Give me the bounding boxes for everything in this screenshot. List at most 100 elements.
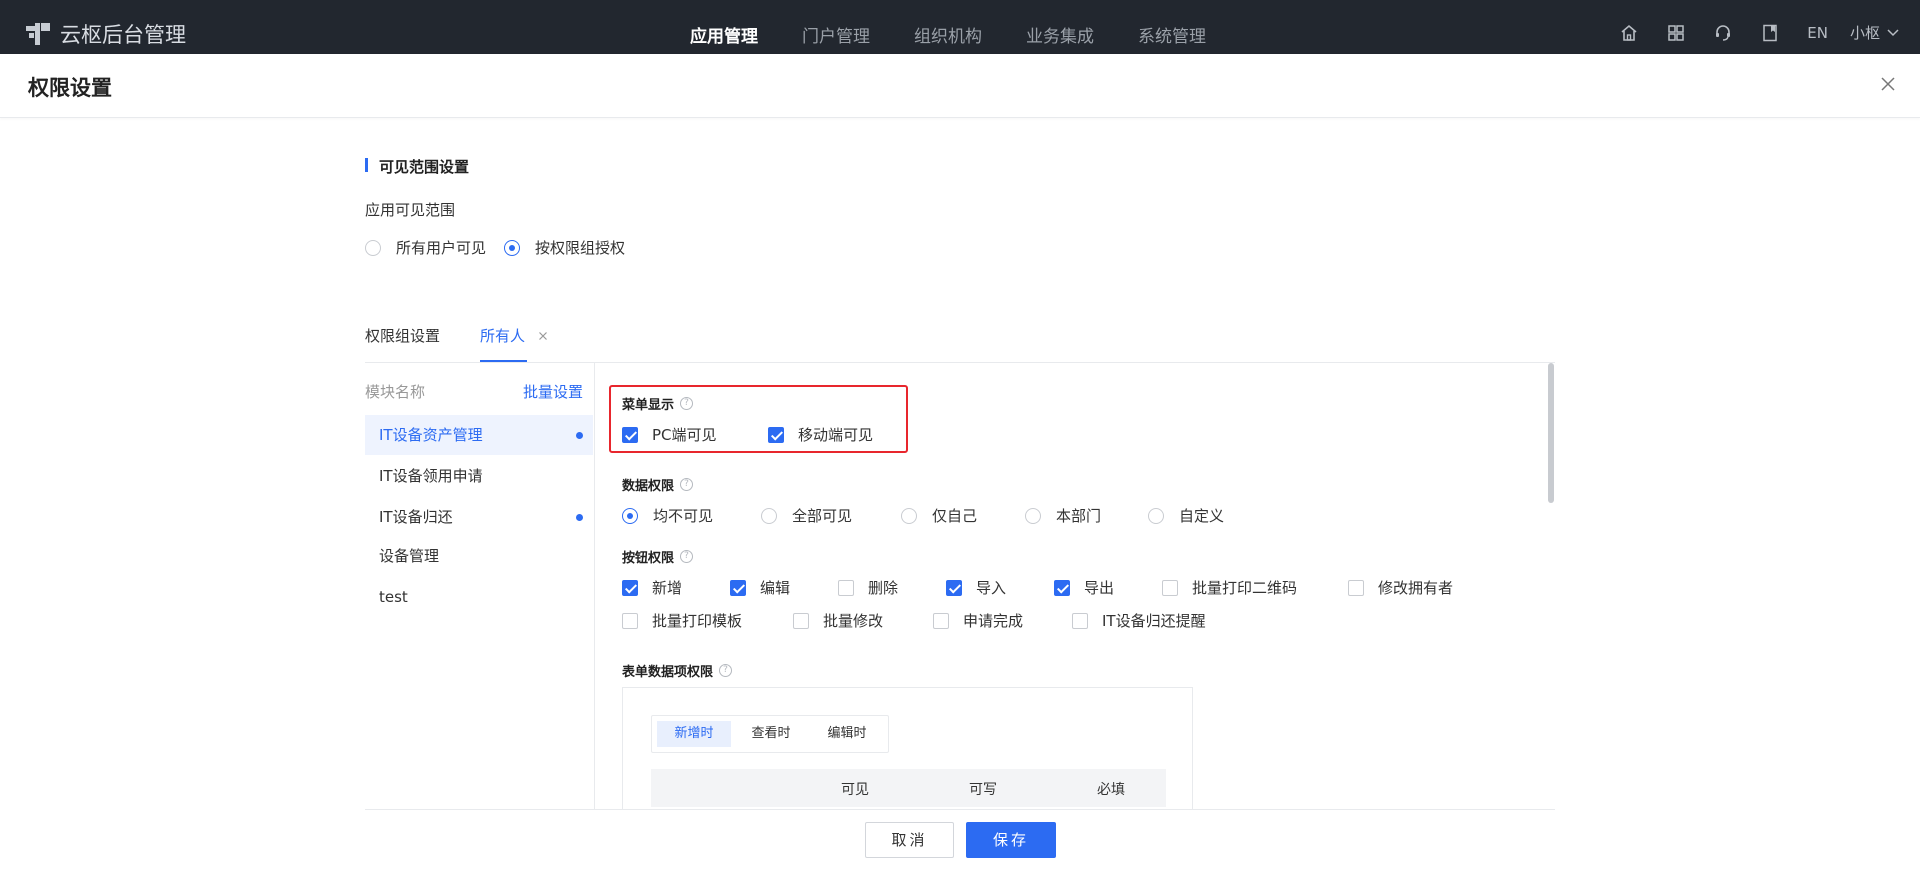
- checkbox-box: [730, 579, 746, 596]
- module-item-it-device-return[interactable]: IT设备归还: [365, 497, 593, 537]
- close-icon[interactable]: [1878, 74, 1898, 94]
- radio-circle: [504, 239, 521, 256]
- radio-circle: [622, 507, 638, 524]
- mode-edit[interactable]: 编辑时: [810, 721, 884, 747]
- mode-view[interactable]: 查看时: [734, 721, 808, 747]
- nav-item-system-management[interactable]: 系统管理: [1138, 22, 1206, 47]
- data-permission-title: 数据权限 ?: [622, 475, 694, 494]
- nav-item-integration[interactable]: 业务集成: [1026, 22, 1094, 47]
- radio-none-visible[interactable]: 均不可见: [622, 505, 713, 526]
- checkbox-box: [1348, 579, 1364, 596]
- checkbox-box: [793, 612, 809, 629]
- visibility-radio-group: 所有用户可见 按权限组授权: [365, 237, 625, 258]
- module-item-it-device-request[interactable]: IT设备领用申请: [365, 456, 593, 496]
- checkbox-btn-edit[interactable]: 编辑: [730, 577, 790, 598]
- help-icon[interactable]: ?: [680, 478, 694, 491]
- checkbox-btn-return-reminder[interactable]: IT设备归还提醒: [1072, 610, 1206, 631]
- data-permission-title-text: 数据权限: [622, 479, 675, 494]
- button-permission-title-text: 按钮权限: [622, 551, 675, 566]
- page-title: 权限设置: [28, 76, 112, 100]
- language-switch[interactable]: EN: [1807, 24, 1828, 42]
- home-icon[interactable]: [1619, 23, 1639, 43]
- checkbox-btn-delete[interactable]: 删除: [838, 577, 898, 598]
- configured-dot: [576, 432, 583, 439]
- active-tab-indicator: [480, 360, 527, 362]
- visibility-label: 应用可见范围: [365, 201, 456, 219]
- module-item-test[interactable]: test: [365, 577, 593, 617]
- help-icon[interactable]: ?: [719, 664, 733, 677]
- tab-everyone[interactable]: 所有人: [480, 325, 525, 346]
- module-item-label: test: [379, 588, 408, 606]
- tab-close-icon[interactable]: [538, 331, 548, 341]
- book-icon[interactable]: [1760, 23, 1780, 43]
- checkbox-box: [622, 612, 638, 629]
- checkbox-btn-request-complete[interactable]: 申请完成: [933, 610, 1023, 631]
- radio-self-only[interactable]: 仅自己: [901, 505, 977, 526]
- chevron-down-icon: [1887, 28, 1899, 36]
- save-button[interactable]: 保存: [966, 822, 1056, 858]
- module-item-device-management[interactable]: 设备管理: [365, 536, 593, 576]
- app-logo[interactable]: 云枢后台管理: [26, 19, 186, 49]
- nav-item-app-management[interactable]: 应用管理: [690, 22, 758, 47]
- support-icon[interactable]: [1713, 23, 1733, 43]
- top-nav-bar: 云枢后台管理 应用管理 门户管理 组织机构 业务集成 系统管理 EN 小枢: [0, 0, 1920, 54]
- module-list-panel: 模块名称 批量设置 IT设备资产管理 IT设备领用申请 IT设备归还 设备管理 …: [365, 363, 595, 809]
- logo-icon: [26, 23, 50, 45]
- nav-item-portal-management[interactable]: 门户管理: [802, 22, 870, 47]
- checkbox-box: [838, 579, 854, 596]
- checkbox-box: [1072, 612, 1088, 629]
- radio-circle: [761, 507, 777, 524]
- checkbox-box: [933, 612, 949, 629]
- vertical-scrollbar[interactable]: [1548, 363, 1554, 503]
- button-permission-title: 按钮权限 ?: [622, 547, 694, 566]
- mode-add[interactable]: 新增时: [657, 721, 731, 747]
- radio-circle: [1148, 507, 1164, 524]
- radio-custom[interactable]: 自定义: [1148, 505, 1224, 526]
- checkbox-btn-add[interactable]: 新增: [622, 577, 682, 598]
- checkbox-box: [946, 579, 962, 596]
- checkbox-box: [622, 579, 638, 596]
- checkbox-btn-batch-edit[interactable]: 批量修改: [793, 610, 883, 631]
- mode-segmented-control: 新增时 查看时 编辑时: [651, 715, 889, 753]
- apps-grid-icon[interactable]: [1666, 23, 1686, 43]
- checkbox-btn-change-owner[interactable]: 修改拥有者: [1348, 577, 1453, 598]
- module-item-label: IT设备资产管理: [379, 426, 483, 444]
- checkbox-btn-export[interactable]: 导出: [1054, 577, 1114, 598]
- radio-circle: [365, 239, 381, 256]
- app-title: 云枢后台管理: [60, 23, 186, 47]
- module-item-label: IT设备领用申请: [379, 467, 483, 485]
- radio-all-visible[interactable]: 全部可见: [761, 505, 852, 526]
- top-right-tools: EN 小枢: [1592, 22, 1900, 43]
- cancel-button[interactable]: 取消: [865, 822, 954, 858]
- radio-circle: [1025, 507, 1041, 524]
- nav-item-organization[interactable]: 组织机构: [914, 22, 982, 47]
- user-name: 小枢: [1849, 24, 1880, 42]
- checkbox-box: [1054, 579, 1070, 596]
- column-writable: 可写: [969, 782, 997, 798]
- radio-circle: [901, 507, 917, 524]
- radio-by-permission-group[interactable]: 按权限组授权: [504, 237, 625, 258]
- module-item-it-asset-management[interactable]: IT设备资产管理: [365, 415, 593, 455]
- form-permission-title-text: 表单数据项权限: [622, 665, 714, 680]
- checkbox-btn-import[interactable]: 导入: [946, 577, 1006, 598]
- column-required: 必填: [1097, 782, 1125, 798]
- section-title-visibility: 可见范围设置: [365, 156, 469, 177]
- main-nav: 应用管理 门户管理 组织机构 业务集成 系统管理: [690, 22, 1250, 47]
- module-item-label: IT设备归还: [379, 508, 453, 526]
- highlight-box: [609, 385, 908, 453]
- user-menu[interactable]: 小枢: [1850, 22, 1900, 43]
- checkbox-btn-batch-print-qr[interactable]: 批量打印二维码: [1162, 577, 1297, 598]
- batch-settings-link[interactable]: 批量设置: [523, 381, 583, 402]
- form-permission-table-header: 可见 可写 必填: [651, 769, 1166, 807]
- help-icon[interactable]: ?: [680, 550, 694, 563]
- tab-permission-group-settings[interactable]: 权限组设置: [365, 325, 440, 346]
- module-item-label: 设备管理: [379, 547, 440, 565]
- configured-dot: [576, 514, 583, 521]
- radio-all-users[interactable]: 所有用户可见: [365, 237, 486, 258]
- module-name-header: 模块名称: [365, 383, 426, 401]
- column-visible: 可见: [841, 782, 869, 798]
- form-permission-panel: 新增时 查看时 编辑时 可见 可写 必填: [622, 687, 1193, 810]
- footer-divider: [365, 809, 1555, 810]
- checkbox-btn-batch-print-template[interactable]: 批量打印模板: [622, 610, 742, 631]
- radio-department[interactable]: 本部门: [1025, 505, 1101, 526]
